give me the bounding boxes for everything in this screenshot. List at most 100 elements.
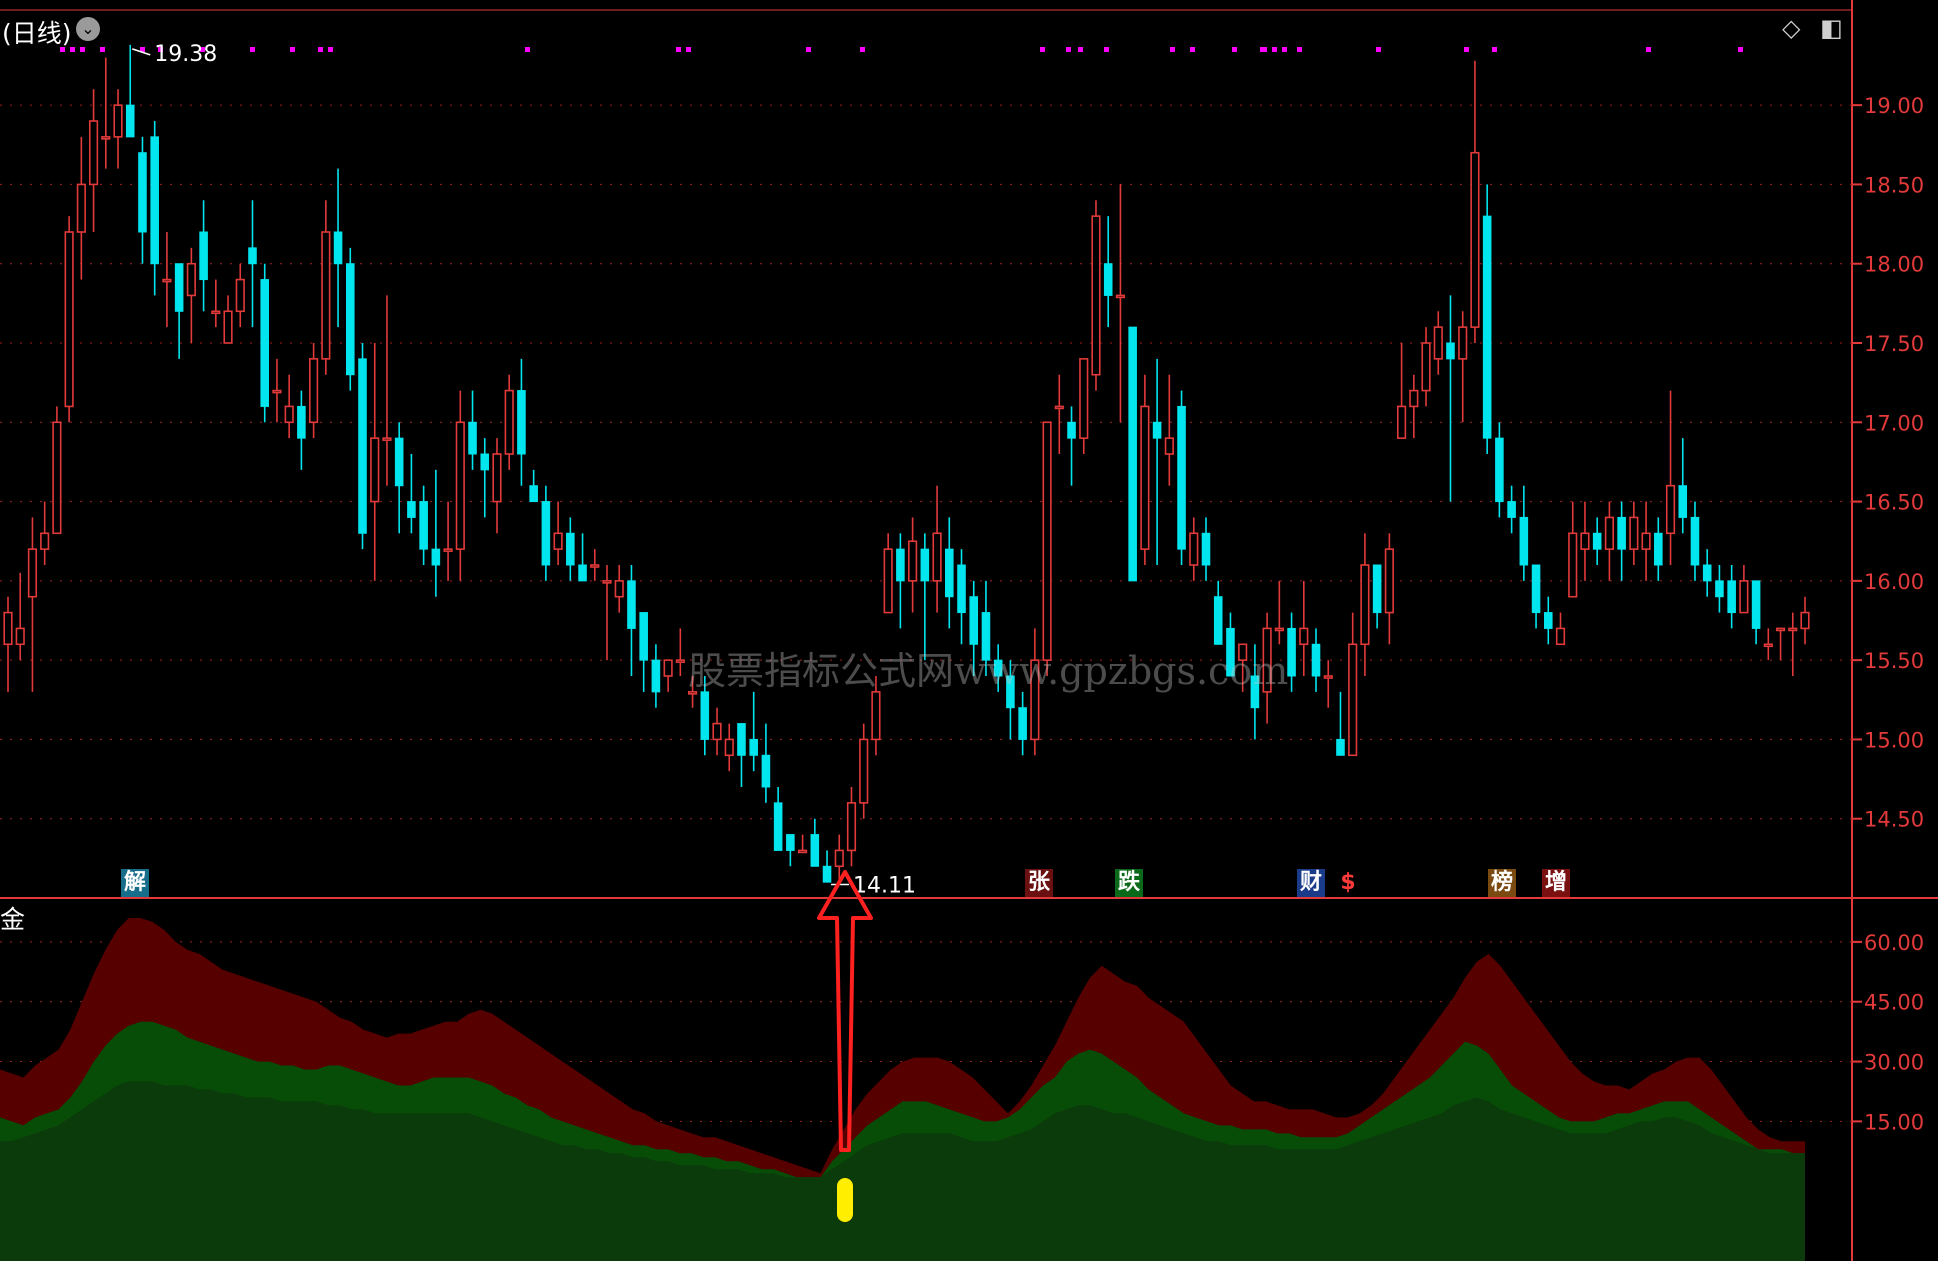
candle-body (1103, 263, 1113, 296)
price-tick-label: 16.00 (1864, 570, 1924, 594)
candle-body (199, 231, 208, 281)
candle-body (675, 659, 685, 663)
candle-body (553, 532, 563, 550)
candle-body (1152, 421, 1162, 439)
candle-body (1739, 580, 1749, 614)
price-tick-label: 19.00 (1864, 94, 1924, 118)
candle-body (859, 738, 869, 804)
candle-body (834, 849, 844, 868)
candle-body (1654, 532, 1663, 566)
layout-toggle-icon[interactable]: ◧ (1820, 14, 1843, 42)
marker-cai[interactable]: 财 (1297, 869, 1325, 897)
candle-body (1336, 738, 1345, 756)
signal-dot (318, 47, 323, 52)
candle-body (761, 754, 771, 788)
signal-dot (1262, 47, 1267, 52)
signal-dot (1282, 47, 1287, 52)
indicator-tick-label: 45.00 (1864, 991, 1924, 1015)
candle-body (1678, 485, 1688, 518)
signal-dot (1376, 47, 1381, 52)
price-tick-label: 17.00 (1864, 411, 1924, 435)
candle-body (1592, 532, 1602, 550)
candle-body (235, 278, 245, 313)
window-title: (日线) (2, 19, 72, 48)
candle-body (1213, 596, 1223, 645)
candle-body (1287, 627, 1296, 677)
candle-body (1446, 342, 1455, 360)
signal-dot (1272, 47, 1277, 52)
period-dropdown-button[interactable]: ⌄ (76, 17, 100, 41)
signal-dot (100, 47, 105, 52)
candle-body (3, 611, 13, 646)
candle-body (1580, 532, 1590, 550)
signal-dot (1492, 47, 1497, 52)
candle-body (578, 564, 587, 582)
signal-dot (250, 47, 255, 52)
candle-body (1507, 501, 1516, 518)
candle-body (1775, 627, 1786, 632)
low-label: 14.11 (853, 874, 916, 899)
candle-body (1164, 437, 1174, 455)
signal-dot (1104, 47, 1109, 52)
signal-dot (1232, 47, 1237, 52)
candle-body (150, 136, 159, 265)
indicator-tick-label: 60.00 (1864, 931, 1924, 955)
signal-dot (1297, 47, 1302, 52)
candle-body (1543, 612, 1553, 629)
candle-body (1470, 151, 1480, 328)
candle-body (370, 437, 380, 503)
signal-dot (686, 47, 691, 52)
signal-dot (1738, 47, 1743, 52)
signal-dot (290, 47, 295, 52)
indicator-tick-label: 15.00 (1864, 1110, 1924, 1134)
candle-body (1788, 627, 1798, 632)
candle-body (223, 310, 233, 344)
candle-body (1482, 215, 1492, 439)
price-tick-label: 17.50 (1864, 332, 1924, 356)
candle-body (1495, 437, 1504, 503)
price-tick-label: 15.50 (1864, 649, 1924, 673)
indicator-tick-label: 30.00 (1864, 1051, 1924, 1075)
candle-body (260, 279, 270, 407)
signal-dot (1190, 47, 1195, 52)
candle-body (431, 548, 441, 566)
candle-body (1690, 516, 1700, 566)
candle-body (1042, 421, 1052, 661)
candle-body (639, 612, 648, 661)
candle-body (1323, 675, 1333, 679)
marker-bang[interactable]: 榜 (1488, 869, 1516, 897)
candle-body (1555, 627, 1566, 646)
candle-body (846, 802, 857, 852)
price-tick-label: 18.00 (1864, 253, 1924, 277)
candle-body (724, 738, 734, 757)
price-tick-label: 14.50 (1864, 808, 1924, 832)
marker-die[interactable]: 跌 (1115, 869, 1143, 897)
candle-body (309, 358, 319, 424)
price-tick-label: 18.50 (1864, 173, 1924, 197)
candle-body (810, 834, 820, 867)
marker-zhang[interactable]: 张 (1025, 869, 1053, 897)
candle-body (113, 104, 123, 138)
marker-dollar[interactable]: $ (1334, 869, 1362, 897)
kline-chart-svg: 19.00 18.50 18.00 17.50 17.00 16.50 16.00 15.50… (0, 0, 1938, 1261)
candle-body (786, 834, 795, 851)
candle-body (1079, 358, 1089, 439)
candle-body (162, 278, 172, 283)
marker-zeng[interactable]: 增 (1542, 869, 1570, 897)
marker-jie[interactable]: 解 (121, 869, 149, 897)
candle-body (358, 358, 367, 534)
candle-body (1519, 516, 1529, 566)
candle-body (957, 564, 966, 614)
candle-body (1421, 342, 1431, 392)
candle-body (663, 659, 673, 677)
candle-body (932, 532, 942, 582)
candle-body (125, 104, 135, 138)
candle-body (871, 691, 881, 741)
candle-body (1397, 405, 1407, 439)
candle-body (1299, 627, 1309, 646)
diamond-icon[interactable]: ◇ (1782, 14, 1800, 42)
candle-body (1617, 516, 1626, 550)
candle-body (394, 437, 404, 487)
candle-body (920, 548, 930, 582)
candle-body (627, 580, 636, 629)
